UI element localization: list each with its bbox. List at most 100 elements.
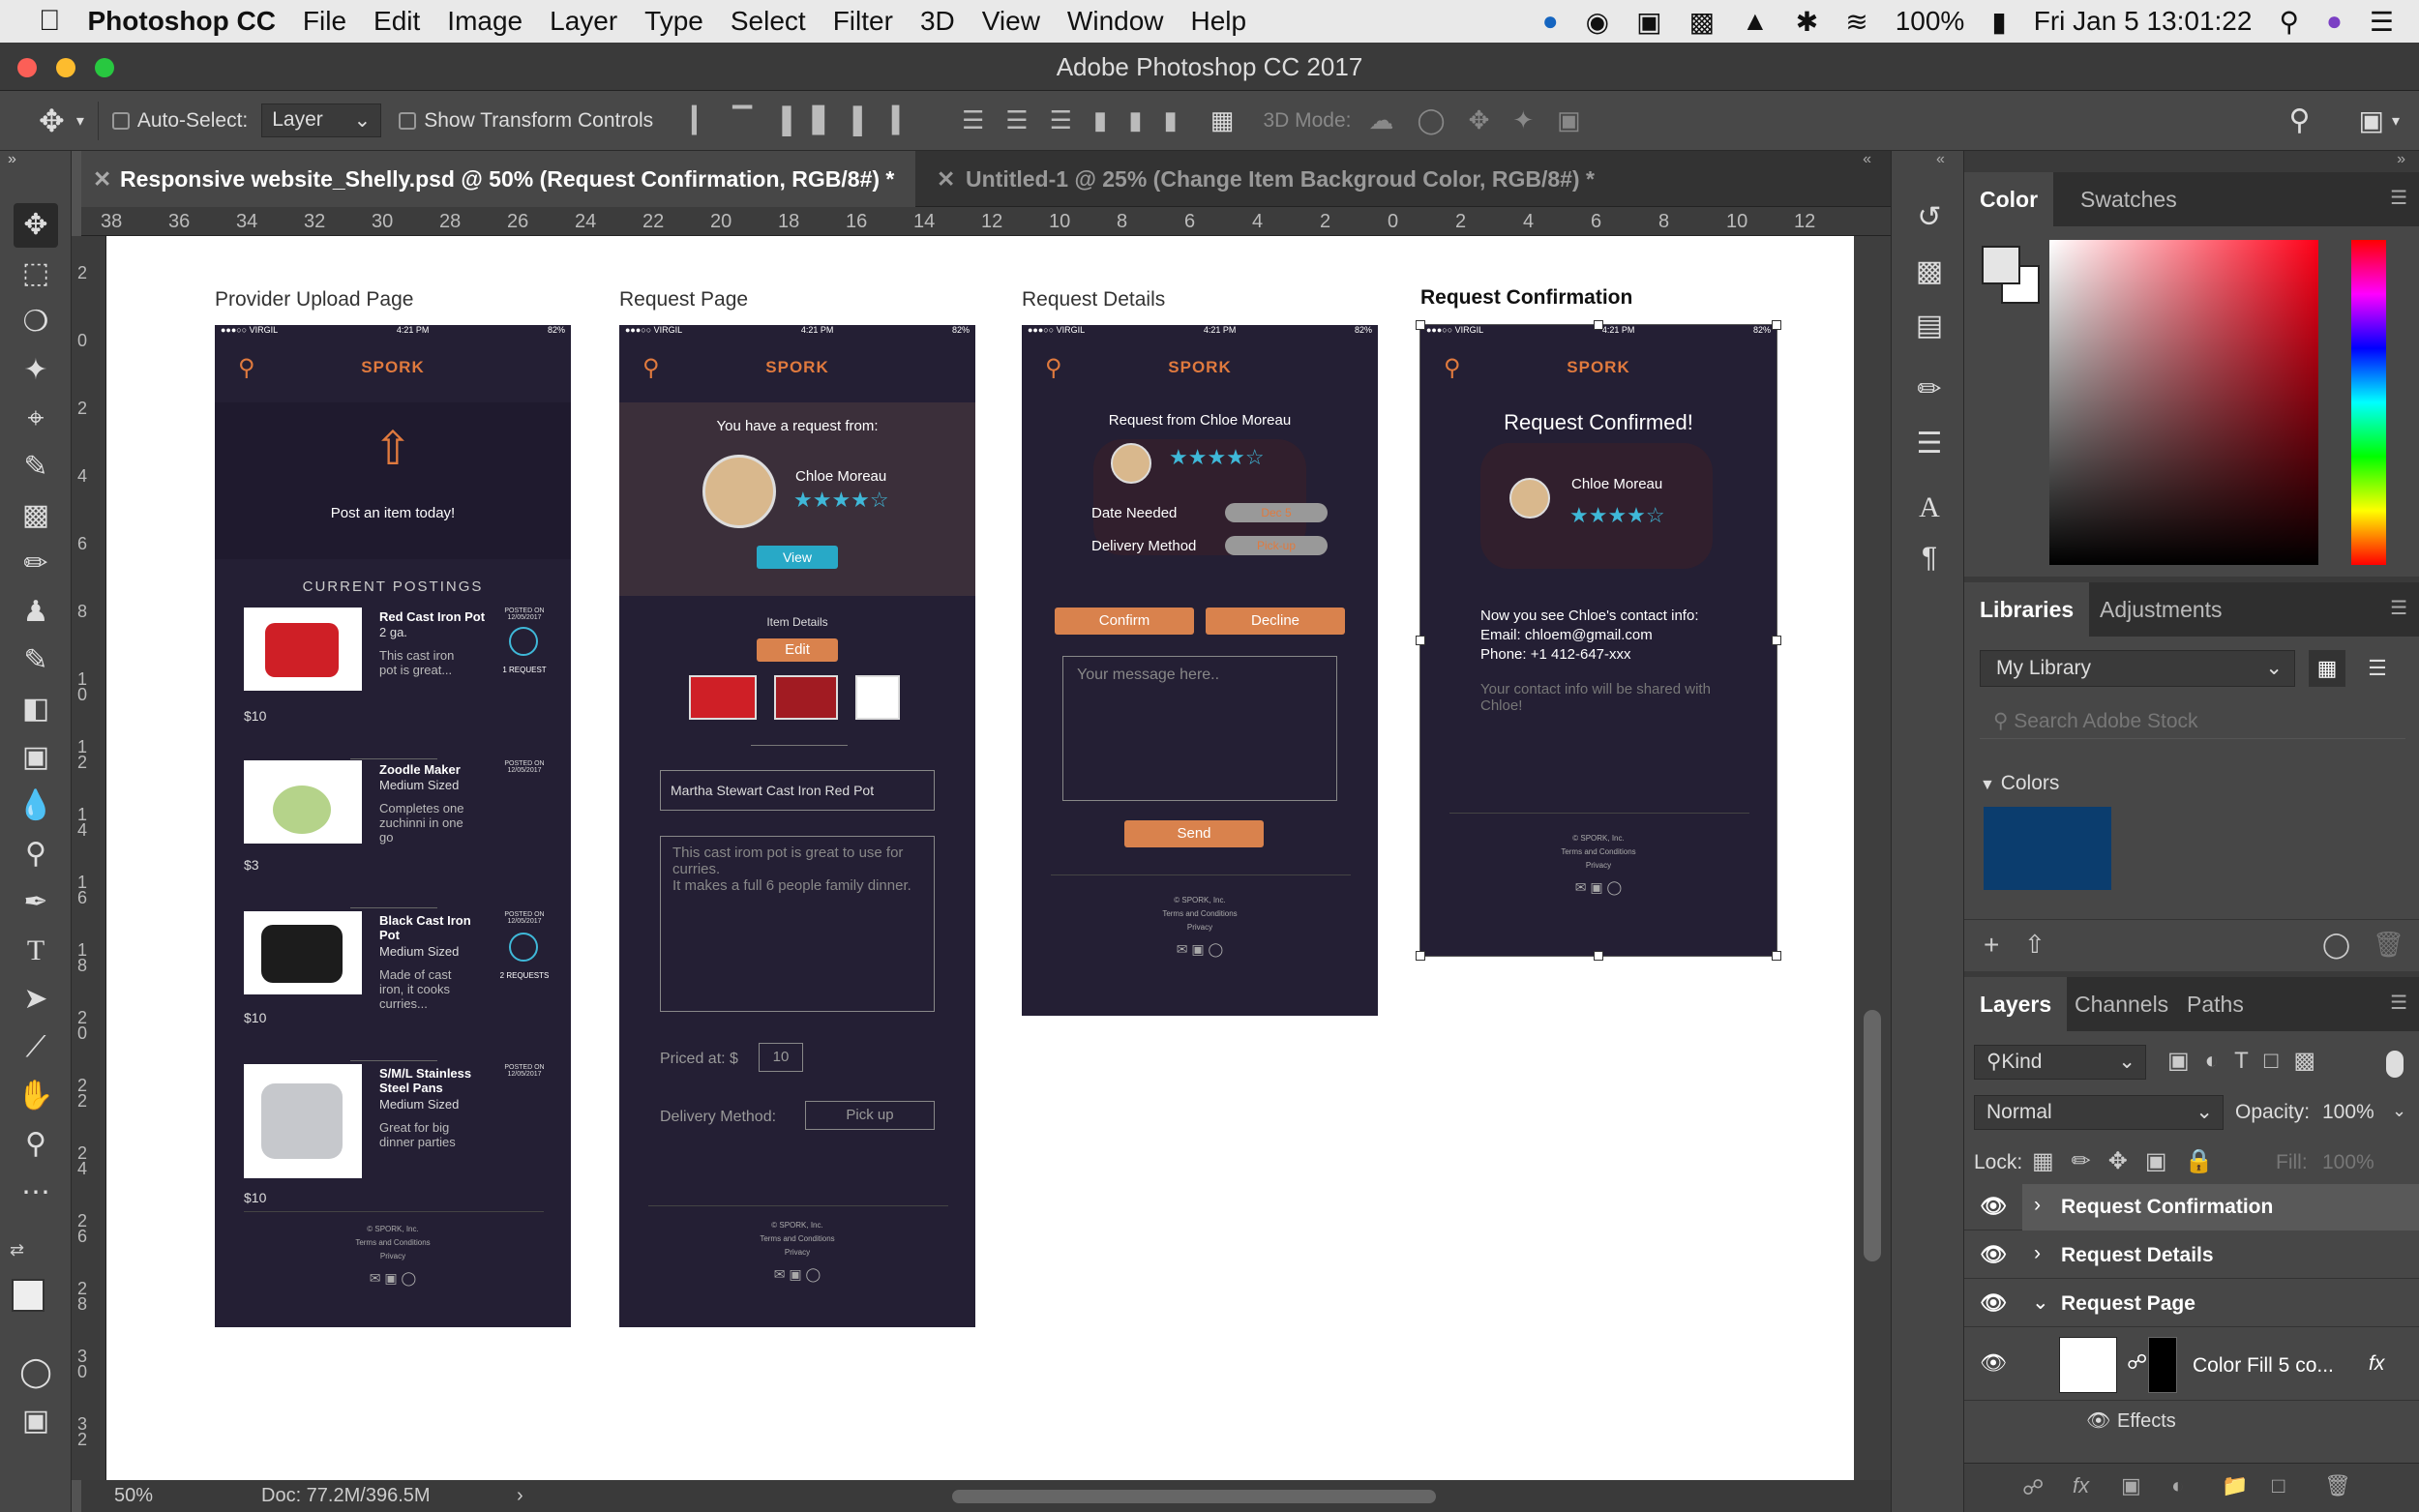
opacity-field[interactable]: 100% xyxy=(2322,1095,2380,1130)
visibility-eye-icon[interactable]: 👁 xyxy=(1980,1194,2007,1219)
social-icons[interactable]: ✉ ▣ ◯ xyxy=(1420,880,1777,894)
distribute-icons[interactable]: ☰☰☰▮▮▮ xyxy=(962,105,1199,135)
fx-icon[interactable]: fx xyxy=(2369,1352,2384,1376)
magic-wand-icon[interactable]: ✦ xyxy=(14,348,58,393)
menu-image[interactable]: Image xyxy=(433,6,536,37)
footer-terms[interactable]: Terms and Conditions xyxy=(215,1236,571,1250)
foreground-color-swatch[interactable] xyxy=(12,1279,45,1312)
transform-handle[interactable] xyxy=(1772,951,1781,961)
social-icons[interactable]: ✉ ▣ ◯ xyxy=(619,1267,975,1281)
minimize-window-button[interactable] xyxy=(56,58,75,77)
add-mask-icon[interactable]: ▣ xyxy=(2121,1473,2141,1498)
history-icon[interactable]: ↺ xyxy=(1907,195,1952,240)
send-button[interactable]: Send xyxy=(1124,820,1264,847)
tab-color[interactable]: Color xyxy=(1964,172,2054,226)
panel-menu-icon[interactable]: ☰ xyxy=(2390,186,2407,210)
upload-icon[interactable]: ⇧ xyxy=(215,422,571,476)
history-brush-icon[interactable]: ✎ xyxy=(14,638,58,683)
brush-tool-icon[interactable]: ✏ xyxy=(14,542,58,586)
visibility-eye-icon[interactable]: 👁 xyxy=(1980,1290,2007,1316)
zoom-tool-icon[interactable]: ⚲ xyxy=(14,1122,58,1167)
menu-filter[interactable]: Filter xyxy=(820,6,907,37)
battery-percent[interactable]: 100% xyxy=(1882,6,1979,37)
social-icons[interactable]: ✉ ▣ ◯ xyxy=(1022,942,1378,956)
footer-terms[interactable]: Terms and Conditions xyxy=(1022,907,1378,921)
transform-handle[interactable] xyxy=(1772,320,1781,330)
layer-row-request-confirmation[interactable]: 👁 › Request Confirmation xyxy=(1964,1184,2419,1230)
item-title-field[interactable]: Martha Stewart Cast Iron Red Pot xyxy=(660,770,935,811)
tab-layers[interactable]: Layers xyxy=(1964,977,2068,1031)
swap-colors-icon[interactable]: ⇄ xyxy=(10,1240,24,1260)
quick-mask-icon[interactable]: ◯ xyxy=(14,1350,58,1395)
tab-untitled-1[interactable]: ✕ Untitled-1 @ 25% (Change Item Backgrou… xyxy=(915,151,1709,207)
visibility-eye-icon[interactable]: 👁 xyxy=(2086,1408,2110,1433)
lasso-tool-icon[interactable]: ❍ xyxy=(14,300,58,344)
collapse-icon[interactable]: » xyxy=(8,151,16,168)
grid-view-icon[interactable]: ▦ xyxy=(2309,650,2345,687)
delivery-field[interactable]: Pick up xyxy=(805,1101,935,1130)
thumbnail[interactable] xyxy=(774,675,838,720)
scroll-thumb[interactable] xyxy=(1864,1010,1881,1261)
artboard-request-page[interactable]: ●●●○○ VIRGIL 4:21 PM 82% ⚲ SPORK You have … xyxy=(619,325,975,1327)
kind-filter-dropdown[interactable]: ⚲Kind ⌄ xyxy=(1974,1045,2146,1080)
dodge-tool-icon[interactable]: ⚲ xyxy=(14,832,58,876)
adjustment-layer-icon[interactable]: ◐ xyxy=(2171,1473,2184,1498)
lock-icons[interactable]: ▦✏✥▣🔒 xyxy=(2032,1147,2230,1175)
stamp-tool-icon[interactable]: ♟ xyxy=(14,590,58,635)
move-tool-icon[interactable]: ✥ xyxy=(39,103,65,139)
type-tool-icon[interactable]: T xyxy=(14,929,58,973)
footer-terms[interactable]: Terms and Conditions xyxy=(1420,845,1777,859)
list-item[interactable]: Black Cast Iron Pot Medium Sized Made of… xyxy=(244,911,553,1047)
horizontal-scroll-thumb[interactable] xyxy=(952,1490,1436,1503)
menu-3d[interactable]: 3D xyxy=(907,6,969,37)
align-icons[interactable]: ▎▔▐▋▌▍ xyxy=(692,105,933,135)
canvas[interactable]: Provider Upload Page ●●●○○ VIRGIL 4:21 PM… xyxy=(106,236,1854,1480)
artboard-provider-upload[interactable]: ●●●○○ VIRGIL 4:21 PM 82% ⚲ SPORK ⇧ Post an… xyxy=(215,325,571,1327)
social-icons[interactable]: ✉ ▣ ◯ xyxy=(215,1271,571,1285)
blend-mode-dropdown[interactable]: Normal ⌄ xyxy=(1974,1095,2224,1130)
menu-layer[interactable]: Layer xyxy=(536,6,631,37)
thumbnail[interactable] xyxy=(689,675,757,720)
line-tool-icon[interactable]: ⟋ xyxy=(14,1025,58,1070)
close-window-button[interactable] xyxy=(17,58,37,77)
upload-icon[interactable]: ⇧ xyxy=(2024,930,2046,960)
price-field[interactable]: 10 xyxy=(759,1043,803,1072)
siri-icon[interactable]: ● xyxy=(2313,6,2356,37)
footer-privacy[interactable]: Privacy xyxy=(1420,859,1777,873)
notification-icon[interactable]: ☰ xyxy=(2356,6,2419,38)
color-field[interactable] xyxy=(2049,240,2318,565)
crop-tool-icon[interactable]: ⌖ xyxy=(14,397,58,441)
status-icon[interactable]: ◉ xyxy=(1572,6,1623,38)
hue-slider[interactable] xyxy=(2351,240,2386,565)
close-icon[interactable]: ✕ xyxy=(93,151,111,207)
chevron-down-icon[interactable]: ⌄ xyxy=(2392,1101,2406,1121)
request-icon[interactable] xyxy=(509,627,538,656)
tab-responsive-website[interactable]: ✕ Responsive website_Shelly.psd @ 50% (R… xyxy=(81,151,915,207)
chevron-down-icon[interactable]: ▾ xyxy=(2392,111,2400,131)
menu-help[interactable]: Help xyxy=(1178,6,1261,37)
search-icon[interactable]: ⚲ xyxy=(2289,104,2311,137)
sync-icon[interactable]: ◯ xyxy=(2322,930,2350,960)
list-item[interactable]: S/M/L Stainless Steel Pans Medium Sized … xyxy=(244,1064,553,1205)
hand-tool-icon[interactable]: ✋ xyxy=(14,1074,58,1118)
tab-paths[interactable]: Paths xyxy=(2171,977,2259,1031)
transform-handle[interactable] xyxy=(1594,951,1603,961)
paragraph-icon[interactable]: ¶ xyxy=(1907,536,1952,580)
spotlight-icon[interactable]: ⚲ xyxy=(2265,6,2313,38)
eraser-tool-icon[interactable]: ◧ xyxy=(14,687,58,731)
show-transform-checkbox[interactable] xyxy=(399,111,417,130)
marquee-tool-icon[interactable]: ⬚ xyxy=(14,252,58,296)
airplay-icon[interactable]: ▲ xyxy=(1728,6,1782,37)
zoom-window-button[interactable] xyxy=(95,58,114,77)
workspace-icon[interactable]: ▣ xyxy=(2359,104,2384,136)
transform-handle[interactable] xyxy=(1416,951,1425,961)
colors-section-label[interactable]: ▼ Colors xyxy=(1980,772,2059,795)
adjustments-icon[interactable]: ☰ xyxy=(1907,422,1952,466)
layer-row-request-page[interactable]: 👁 ⌄ Request Page xyxy=(1964,1281,2419,1327)
battery-icon[interactable]: ▮ xyxy=(1978,6,2019,38)
footer-privacy[interactable]: Privacy xyxy=(1022,921,1378,934)
properties-icon[interactable]: ▤ xyxy=(1907,304,1952,348)
chevron-right-icon[interactable]: › xyxy=(2034,1242,2041,1265)
list-item[interactable]: Zoodle Maker Medium Sized Completes one … xyxy=(244,760,553,896)
effects-row[interactable]: 👁 Effects xyxy=(1964,1403,2419,1441)
